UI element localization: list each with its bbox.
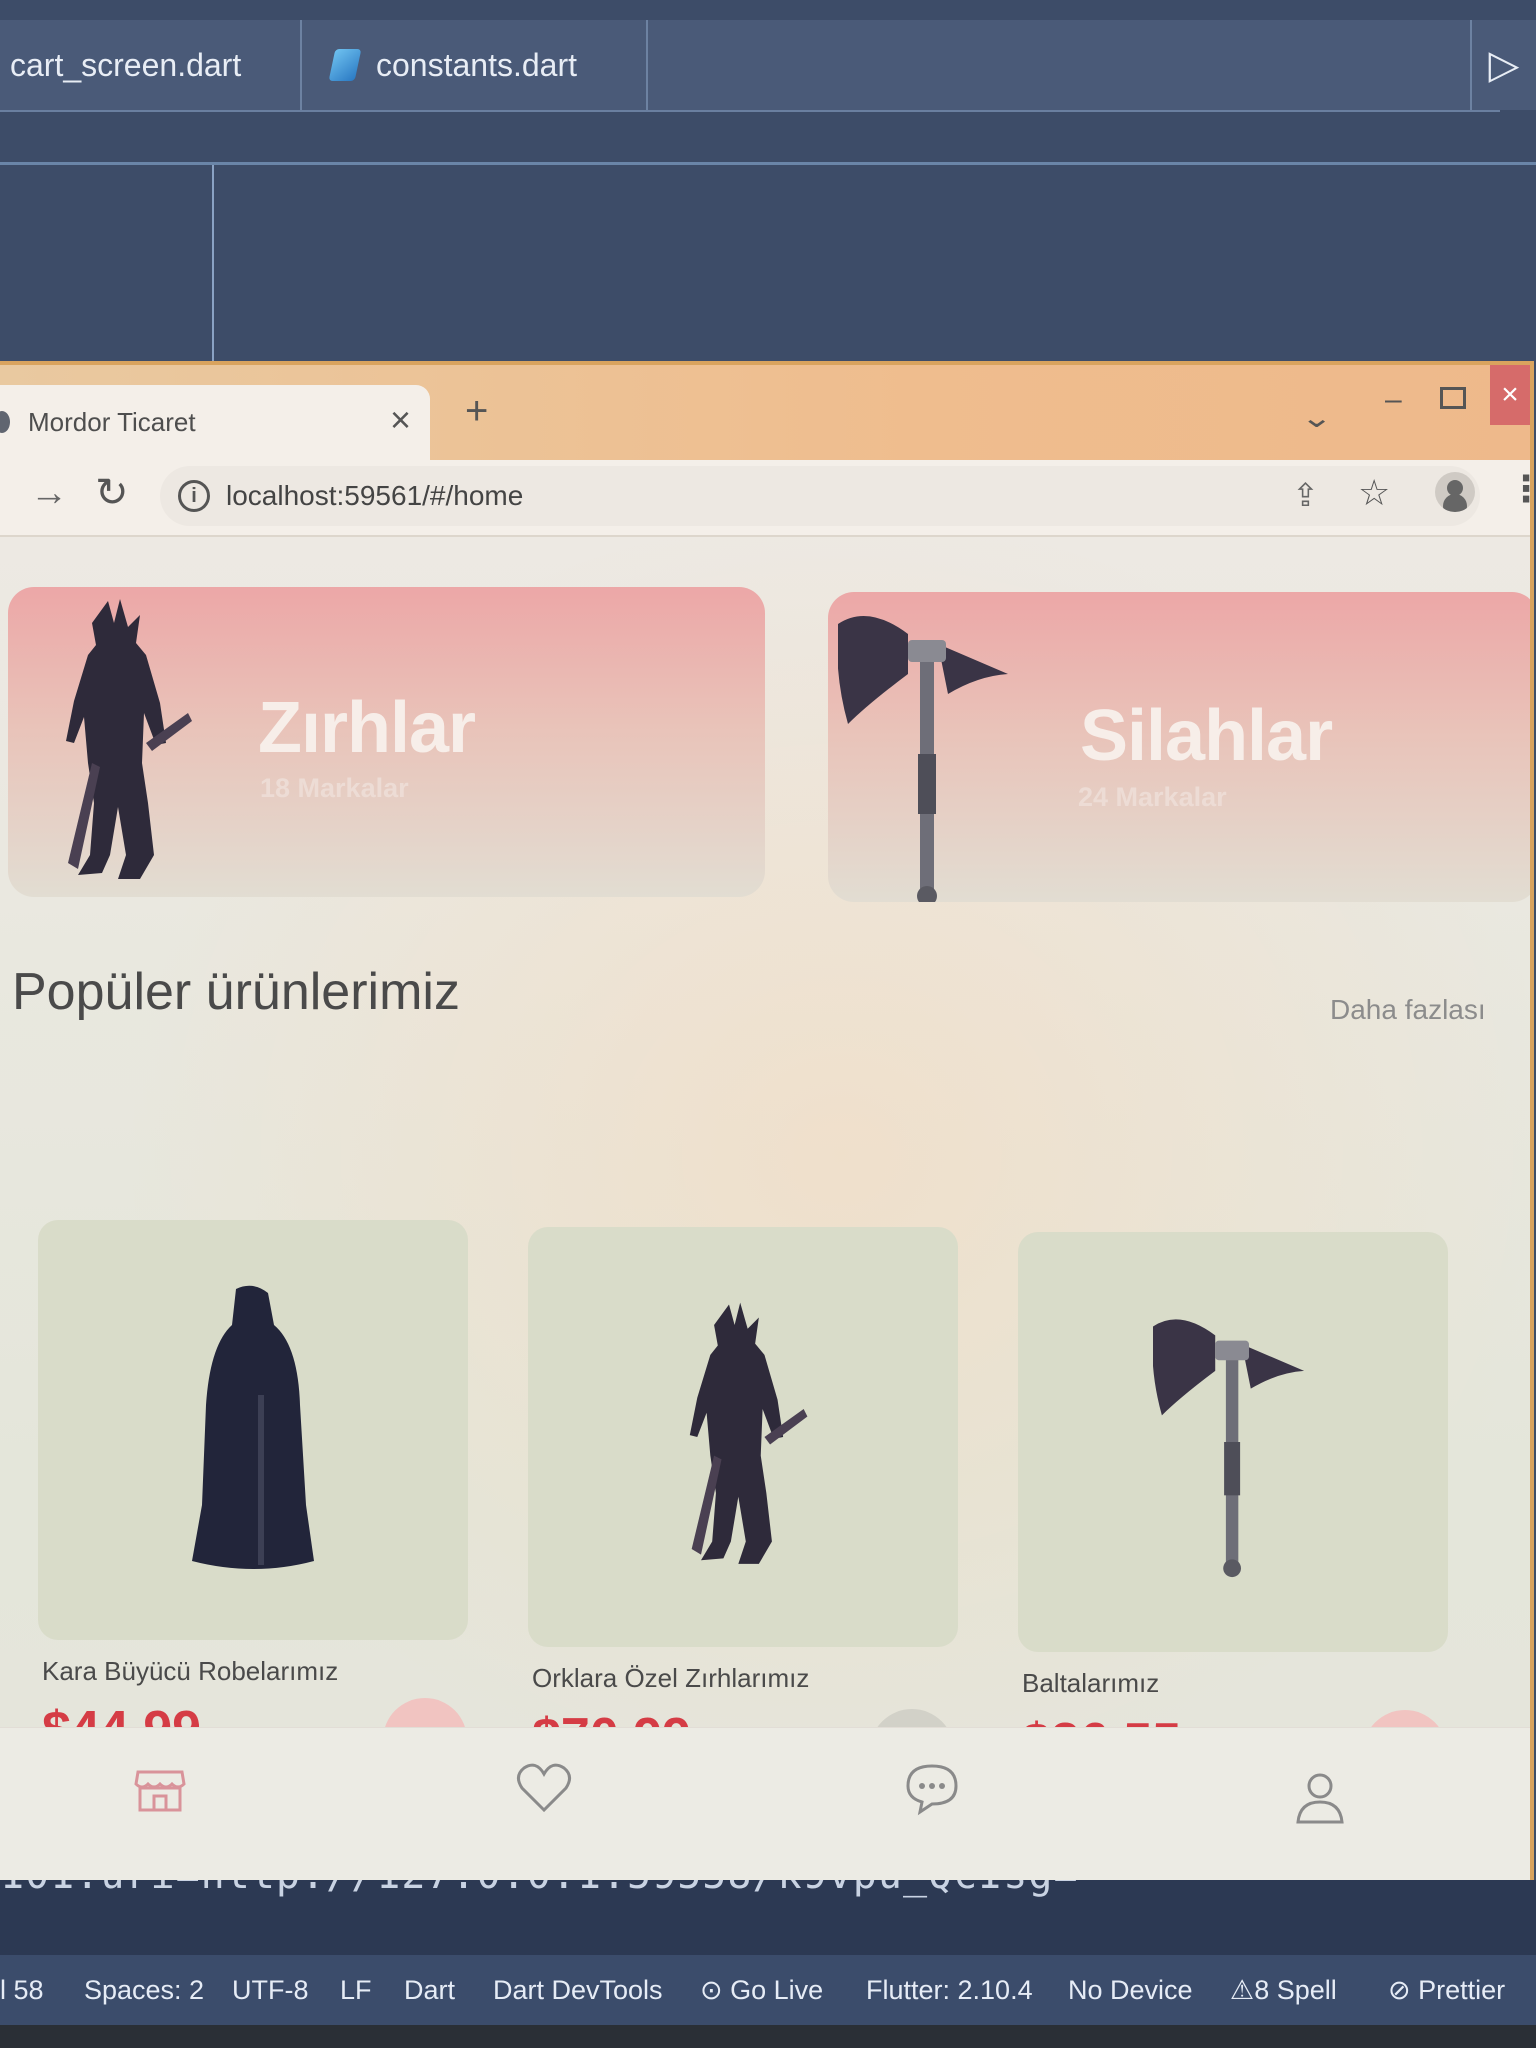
profile-avatar-icon[interactable] [1435,472,1475,512]
editor-tab-label: constants.dart [376,46,577,83]
status-bar: l 58 Spaces: 2 UTF-8 LF Dart Dart DevToo… [0,1955,1536,2025]
product-name: Kara Büyücü Robelarımız [42,1656,339,1686]
editor-tab-label: cart_screen.dart [10,46,242,83]
editor-area: cart_screen.dart constants.dart ▷ [0,0,1536,370]
prettier-disabled-icon: ⊘ [1388,1975,1419,2005]
kebab-menu-icon[interactable]: ⋮ [1508,468,1536,510]
category-subtitle: 18 Markalar [260,773,409,803]
status-eol[interactable]: LF [340,1975,372,2006]
battle-axe-icon [1153,1319,1305,1578]
editor-divider [0,162,1536,165]
go-live-label: Go Live [730,1975,824,2005]
editor-tab-bar: cart_screen.dart constants.dart [0,20,1500,112]
spell-label: 8 Spell [1254,1975,1337,2005]
editor-tab-constants[interactable]: constants.dart [302,20,648,110]
section-title: Popüler ürünlerimiz [12,963,460,1021]
status-devtools[interactable]: Dart DevTools [493,1975,663,2006]
status-flutter-version[interactable]: Flutter: 2.10.4 [866,1975,1033,2006]
category-card-weapons[interactable]: Silahlar 24 Markalar [828,592,1530,902]
close-tab-icon[interactable]: × [390,399,411,441]
product-card[interactable]: Baltalarımız $36.55 ♥ [1018,1232,1448,1794]
broadcast-icon: ⊙ [700,1975,731,2005]
status-prettier[interactable]: ⊘ Prettier [1388,1975,1505,2006]
product-card[interactable]: Kara Büyücü Robelarımız $44.99 ♥ [38,1220,468,1782]
category-title: Silahlar [1080,696,1333,776]
terminal-panel: 101.uri=http://127.0.0.1:59558/k9vpu_QcI… [0,1880,1536,1955]
see-more-link[interactable]: Daha fazlası [1330,994,1486,1026]
url-text[interactable]: localhost:59561/#/home [226,480,523,512]
chat-icon[interactable] [902,1758,962,1818]
status-encoding[interactable]: UTF-8 [232,1975,309,2006]
status-device[interactable]: No Device [1068,1975,1193,2006]
chevron-down-icon[interactable]: ⌄ [1300,401,1333,434]
editor-tab-cart-screen[interactable]: cart_screen.dart [0,20,302,110]
heart-icon[interactable] [514,1758,574,1818]
warning-icon: ⚠ [1230,1975,1255,2005]
new-tab-icon[interactable]: + [465,389,488,434]
product-name: Orklara Özel Zırhlarımız [532,1663,810,1693]
reload-icon[interactable]: ↻ [95,470,129,516]
bookmark-star-icon[interactable]: ☆ [1358,472,1390,514]
product-name: Baltalarımız [1022,1668,1160,1698]
browser-window: Mordor Ticaret × + ⌄ – × → ↻ i localhost… [0,365,1536,1910]
close-window-icon[interactable]: × [1490,365,1530,425]
app-viewport: Zırhlar 18 Markalar Silahlar 24 Markalar… [0,537,1530,1910]
category-subtitle: 24 Markalar [1078,782,1227,812]
dart-file-icon [328,49,362,81]
product-card[interactable]: Orklara Özel Zırhlarımız $70.99 ♥ [528,1227,958,1793]
address-bar[interactable]: i localhost:59561/#/home ⇪ ☆ [160,466,1480,526]
monitor-bezel [0,2025,1536,2048]
orc-warrior-icon [689,1302,808,1564]
editor-gutter-line [212,165,214,365]
battle-axe-icon [838,616,1008,902]
browser-toolbar: → ↻ i localhost:59561/#/home ⇪ ☆ ⋮ [0,460,1536,537]
status-line-col[interactable]: l 58 [0,1975,44,2006]
status-go-live[interactable]: ⊙ Go Live [700,1975,823,2006]
status-spell[interactable]: ⚠8 Spell [1230,1975,1337,2006]
status-indentation[interactable]: Spaces: 2 [84,1975,204,2006]
minimize-icon[interactable]: – [1385,383,1402,417]
category-card-armor[interactable]: Zırhlar 18 Markalar [8,587,765,897]
browser-titlebar: Mordor Ticaret × + ⌄ – × [0,365,1530,460]
maximize-icon[interactable] [1440,387,1466,409]
store-icon[interactable] [130,1758,190,1818]
forward-arrow-icon[interactable]: → [30,472,68,515]
dark-robe-icon [192,1285,314,1569]
user-icon[interactable] [1290,1766,1350,1826]
terminal-output: 101.uri=http://127.0.0.1:59558/k9vpu_QcI… [0,1880,1079,1898]
status-language[interactable]: Dart [404,1975,455,2006]
orc-warrior-icon [66,599,192,879]
product-image[interactable] [1018,1232,1448,1652]
favicon-icon [0,411,10,433]
prettier-label: Prettier [1418,1975,1506,2005]
info-icon[interactable]: i [178,480,210,512]
product-image[interactable] [38,1220,468,1640]
product-image[interactable] [528,1227,958,1647]
category-title: Zırhlar [258,688,476,768]
browser-tab[interactable]: Mordor Ticaret × [0,385,430,460]
browser-tab-title: Mordor Ticaret [28,407,196,437]
share-icon[interactable]: ⇪ [1292,476,1319,514]
run-icon[interactable]: ▷ [1470,20,1536,110]
